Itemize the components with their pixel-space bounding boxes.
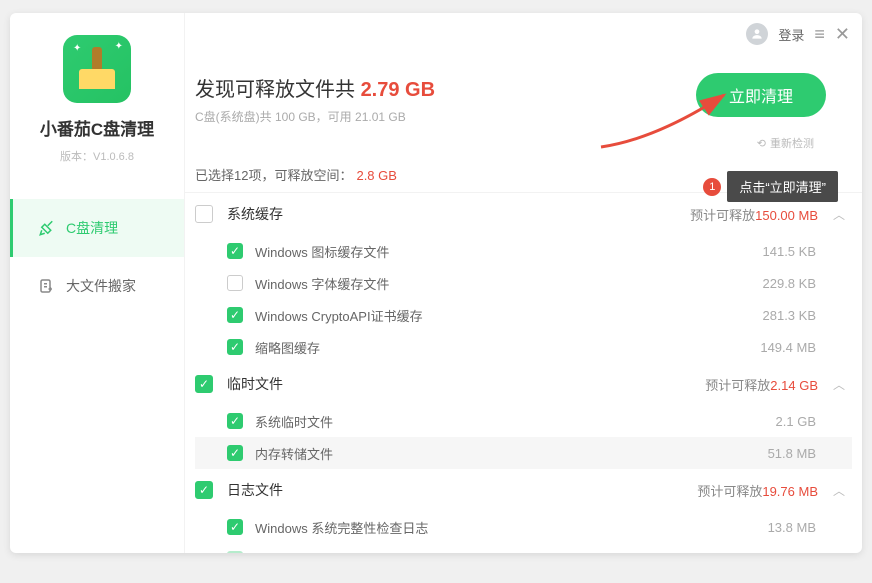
callout-text: 点击“立即清理” xyxy=(727,171,838,202)
item-size: 2.1 GB xyxy=(776,414,816,429)
checkbox[interactable]: ✓ xyxy=(227,551,243,553)
item-size: 196.0 KB xyxy=(763,552,817,554)
item-name: 缩略图缓存 xyxy=(255,338,760,357)
nav-label: C盘清理 xyxy=(66,218,118,238)
item-name: 内存转储文件 xyxy=(255,444,768,463)
item-name: 系统临时文件 xyxy=(255,412,776,431)
refresh-icon: ⟲ xyxy=(757,137,766,150)
list-item[interactable]: ✓ Windows CryptoAPI证书缓存 281.3 KB xyxy=(195,299,852,331)
sidebar: ✦ ✦ 小番茄C盘清理 版本：V1.0.6.8 C盘清理 大文件搬家 xyxy=(10,13,185,553)
chevron-up-icon[interactable]: ︿ xyxy=(826,206,852,223)
scan-title: 发现可释放文件共 2.79 GB xyxy=(195,73,696,102)
group-header[interactable]: ✓ 临时文件 预计可释放2.14 GB ︿ xyxy=(195,363,852,405)
callout-number: 1 xyxy=(703,178,721,196)
item-name: Windows CryptoAPI证书缓存 xyxy=(255,306,763,325)
app-version: 版本：V1.0.6.8 xyxy=(60,148,134,164)
group-estimate: 预计可释放19.76 MB xyxy=(697,481,818,500)
group-header[interactable]: ✓ 日志文件 预计可释放19.76 MB ︿ xyxy=(195,469,852,511)
disk-subtitle: C盘(系统盘)共 100 GB，可用 21.01 GB xyxy=(195,108,696,125)
group-estimate: 预计可释放150.00 MB xyxy=(690,205,818,224)
topbar: 登录 ≡ ✕ xyxy=(746,23,850,45)
item-name: Windows 图标缓存文件 xyxy=(255,242,763,261)
list-item[interactable]: ✓ 缩略图缓存 149.4 MB xyxy=(195,331,852,363)
checkbox[interactable]: ✓ xyxy=(227,445,243,461)
item-name: Windows 系统完整性检查日志 xyxy=(255,518,768,537)
clean-now-button[interactable]: 立即清理 xyxy=(696,73,826,117)
annotation-callout: 1 点击“立即清理” xyxy=(703,171,838,202)
item-size: 51.8 MB xyxy=(768,446,816,461)
checkbox[interactable] xyxy=(195,205,213,223)
app-logo: ✦ ✦ xyxy=(63,35,131,103)
group-name: 系统缓存 xyxy=(227,204,690,224)
checkbox[interactable]: ✓ xyxy=(195,375,213,393)
results-list: 系统缓存 预计可释放150.00 MB ︿ ✓ Windows 图标缓存文件 14… xyxy=(185,193,862,553)
group-estimate: 预计可释放2.14 GB xyxy=(705,375,818,394)
checkbox[interactable]: ✓ xyxy=(227,339,243,355)
login-link[interactable]: 登录 xyxy=(778,25,804,44)
rescan-link[interactable]: ⟲ 重新检测 xyxy=(185,135,862,157)
list-item[interactable]: ✓ Windows 系统完整性检查日志 13.8 MB xyxy=(195,511,852,543)
checkbox[interactable]: ✓ xyxy=(195,481,213,499)
broom-icon xyxy=(38,219,56,237)
avatar-icon[interactable] xyxy=(746,23,768,45)
checkbox[interactable]: ✓ xyxy=(227,243,243,259)
item-size: 281.3 KB xyxy=(763,308,817,323)
item-size: 149.4 MB xyxy=(760,340,816,355)
item-name: Windows 错误报告 xyxy=(255,550,763,554)
checkbox[interactable] xyxy=(227,275,243,291)
list-item[interactable]: ✓ 内存转储文件 51.8 MB xyxy=(195,437,852,469)
checkbox[interactable]: ✓ xyxy=(227,413,243,429)
nav-item-bigfiles[interactable]: 大文件搬家 xyxy=(10,257,184,315)
chevron-up-icon[interactable]: ︿ xyxy=(826,376,852,393)
file-move-icon xyxy=(38,277,56,295)
list-item[interactable]: ✓ 系统临时文件 2.1 GB xyxy=(195,405,852,437)
checkbox[interactable]: ✓ xyxy=(227,519,243,535)
group-name: 日志文件 xyxy=(227,480,697,500)
list-item[interactable]: ✓ Windows 错误报告 196.0 KB xyxy=(195,543,852,553)
nav-item-clean[interactable]: C盘清理 xyxy=(10,199,184,257)
item-size: 13.8 MB xyxy=(768,520,816,535)
nav-label: 大文件搬家 xyxy=(66,276,136,296)
list-item[interactable]: ✓ Windows 图标缓存文件 141.5 KB xyxy=(195,235,852,267)
close-icon[interactable]: ✕ xyxy=(835,24,850,45)
item-size: 229.8 KB xyxy=(763,276,817,291)
chevron-up-icon[interactable]: ︿ xyxy=(826,482,852,499)
checkbox[interactable]: ✓ xyxy=(227,307,243,323)
item-size: 141.5 KB xyxy=(763,244,817,259)
item-name: Windows 字体缓存文件 xyxy=(255,274,763,293)
main-panel: 登录 ≡ ✕ 发现可释放文件共 2.79 GB C盘(系统盘)共 100 GB，… xyxy=(185,13,862,553)
list-item[interactable]: Windows 字体缓存文件 229.8 KB xyxy=(195,267,852,299)
menu-icon[interactable]: ≡ xyxy=(814,24,825,45)
app-name: 小番茄C盘清理 xyxy=(40,115,154,140)
group-name: 临时文件 xyxy=(227,374,705,394)
